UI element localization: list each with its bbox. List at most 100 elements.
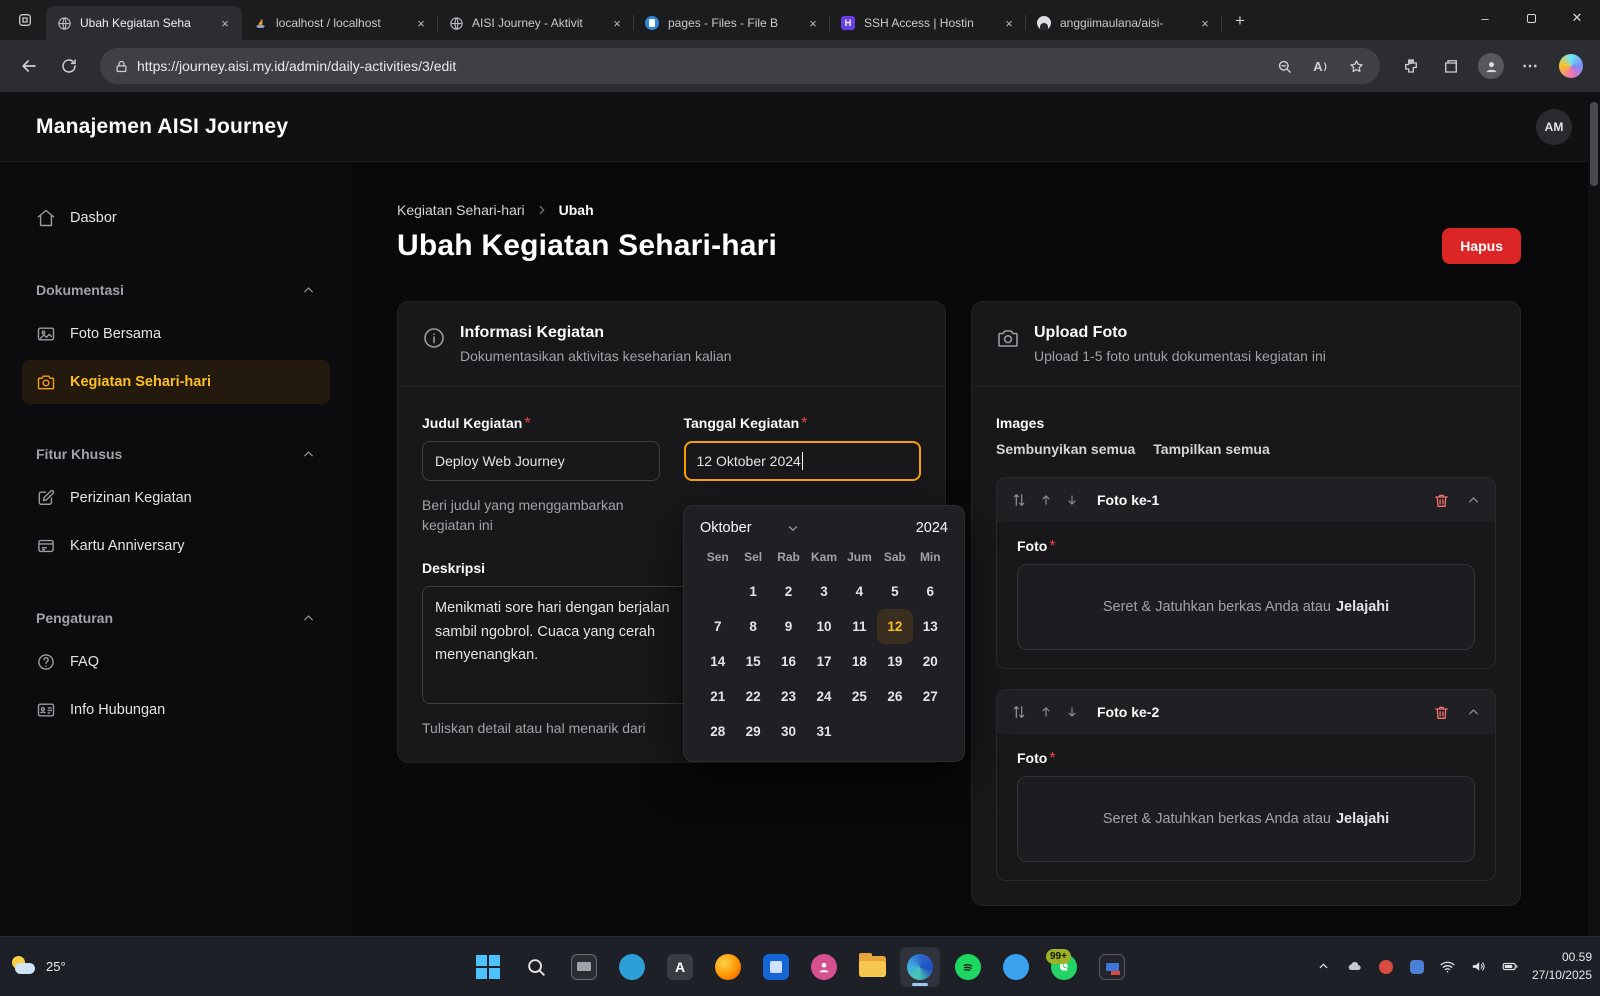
sidebar-item-faq[interactable]: FAQ <box>22 640 330 684</box>
sidebar-item-foto-bersama[interactable]: Foto Bersama <box>22 312 330 356</box>
year-input[interactable]: 2024 <box>916 520 948 536</box>
calendar-day-14[interactable]: 14 <box>700 644 735 679</box>
edge-icon[interactable] <box>900 947 940 987</box>
calendar-day-27[interactable]: 27 <box>913 679 948 714</box>
messenger-app-icon[interactable] <box>996 947 1036 987</box>
reorder-icon[interactable] <box>1011 492 1027 508</box>
move-up-icon[interactable] <box>1039 705 1053 719</box>
calendar-day-17[interactable]: 17 <box>806 644 841 679</box>
address-bar[interactable]: https://journey.aisi.my.id/admin/daily-a… <box>100 48 1380 84</box>
start-button[interactable] <box>468 947 508 987</box>
search-icon[interactable] <box>516 947 556 987</box>
judul-input[interactable]: Deploy Web Journey <box>422 441 660 481</box>
reorder-icon[interactable] <box>1011 704 1027 720</box>
chevron-up-icon[interactable] <box>1315 958 1333 976</box>
sidebar-item-dasbor[interactable]: Dasbor <box>22 196 330 240</box>
calendar-day-19[interactable]: 19 <box>877 644 912 679</box>
calendar-day-6[interactable]: 6 <box>913 574 948 609</box>
close-button[interactable]: ✕ <box>1554 0 1600 36</box>
read-aloud-icon[interactable]: A) <box>1306 52 1334 80</box>
browser-tab[interactable]: H SSH Access | Hostin × <box>830 6 1026 40</box>
wifi-icon[interactable] <box>1439 958 1457 976</box>
taskbar-clock[interactable]: 00.59 27/10/2025 <box>1532 949 1592 984</box>
copilot-icon[interactable] <box>1554 49 1588 83</box>
refresh-icon[interactable] <box>52 49 86 83</box>
volume-icon[interactable] <box>1470 958 1488 976</box>
calendar-day-10[interactable]: 10 <box>806 609 841 644</box>
calendar-day-23[interactable]: 23 <box>771 679 806 714</box>
browser-tab[interactable]: localhost / localhost × <box>242 6 438 40</box>
whatsapp-icon[interactable]: 99+ <box>1044 947 1084 987</box>
calendar-day-30[interactable]: 30 <box>771 714 806 749</box>
calendar-day-9[interactable]: 9 <box>771 609 806 644</box>
file-dropzone[interactable]: Seret & Jatuhkan berkas Anda atau Jelaja… <box>1017 564 1475 650</box>
browser-tab[interactable]: Ubah Kegiatan Seha × <box>46 6 242 40</box>
delete-item-icon[interactable] <box>1433 704 1450 721</box>
zoom-out-icon[interactable] <box>1270 52 1298 80</box>
sidebar-item-kartu-anniversary[interactable]: Kartu Anniversary <box>22 524 330 568</box>
move-up-icon[interactable] <box>1039 493 1053 507</box>
tab-close-icon[interactable]: × <box>1196 14 1214 32</box>
browser-tab[interactable]: anggiimaulana/aisi- × <box>1026 6 1222 40</box>
move-down-icon[interactable] <box>1065 493 1079 507</box>
calendar-day-8[interactable]: 8 <box>735 609 770 644</box>
more-options-icon[interactable]: ⋯ <box>1514 49 1548 83</box>
user-avatar[interactable]: AM <box>1536 109 1572 145</box>
calendar-day-11[interactable]: 11 <box>842 609 877 644</box>
battery-icon[interactable] <box>1501 958 1519 976</box>
calendar-day-25[interactable]: 25 <box>842 679 877 714</box>
month-select[interactable]: Oktober <box>700 520 800 536</box>
page-scrollbar[interactable] <box>1588 92 1600 936</box>
remote-desktop-app-icon[interactable] <box>1092 947 1132 987</box>
calendar-day-24[interactable]: 24 <box>806 679 841 714</box>
calendar-day-18[interactable]: 18 <box>842 644 877 679</box>
browse-link[interactable]: Jelajahi <box>1336 811 1389 827</box>
scrollbar-thumb[interactable] <box>1590 102 1598 186</box>
tab-close-icon[interactable]: × <box>804 14 822 32</box>
calendar-day-21[interactable]: 21 <box>700 679 735 714</box>
firefox-icon[interactable] <box>708 947 748 987</box>
extensions-icon[interactable] <box>1394 49 1428 83</box>
sidebar-item-kegiatan-sehari-hari[interactable]: Kegiatan Sehari-hari <box>22 360 330 404</box>
alert-app-icon[interactable] <box>1377 958 1395 976</box>
sidebar-group-pengaturan[interactable]: Pengaturan <box>36 610 316 626</box>
collapse-item-icon[interactable] <box>1466 705 1481 720</box>
calendar-day-12[interactable]: 12 <box>877 609 912 644</box>
expand-all-button[interactable]: Tampilkan semua <box>1153 441 1269 457</box>
tanggal-input[interactable]: 12 Oktober 2024 <box>684 441 922 481</box>
weather-widget[interactable]: 25° <box>10 955 66 979</box>
calendar-day-22[interactable]: 22 <box>735 679 770 714</box>
spotify-icon[interactable] <box>948 947 988 987</box>
tab-close-icon[interactable]: × <box>608 14 626 32</box>
calendar-day-26[interactable]: 26 <box>877 679 912 714</box>
collections-icon[interactable] <box>1434 49 1468 83</box>
people-app-icon[interactable] <box>804 947 844 987</box>
tab-actions-button[interactable] <box>8 5 42 35</box>
calendar-day-3[interactable]: 3 <box>806 574 841 609</box>
sidebar-group-fitur-khusus[interactable]: Fitur Khusus <box>36 446 316 462</box>
browse-link[interactable]: Jelajahi <box>1336 599 1389 615</box>
delete-item-icon[interactable] <box>1433 492 1450 509</box>
onedrive-icon[interactable] <box>1346 958 1364 976</box>
network-app-icon[interactable] <box>1408 958 1426 976</box>
calendar-day-2[interactable]: 2 <box>771 574 806 609</box>
maximize-button[interactable] <box>1508 0 1554 36</box>
browser-tab[interactable]: pages - Files - File B × <box>634 6 830 40</box>
minimize-button[interactable]: – <box>1462 0 1508 36</box>
tab-close-icon[interactable]: × <box>412 14 430 32</box>
breadcrumb-parent[interactable]: Kegiatan Sehari-hari <box>397 202 525 218</box>
blue-app-icon[interactable] <box>756 947 796 987</box>
telegram-app-icon[interactable] <box>612 947 652 987</box>
calendar-day-31[interactable]: 31 <box>806 714 841 749</box>
calendar-day-28[interactable]: 28 <box>700 714 735 749</box>
sidebar-group-dokumentasi[interactable]: Dokumentasi <box>36 282 316 298</box>
calendar-day-13[interactable]: 13 <box>913 609 948 644</box>
browser-tab[interactable]: AISI Journey - Aktivit × <box>438 6 634 40</box>
calendar-day-15[interactable]: 15 <box>735 644 770 679</box>
sidebar-item-info-hubungan[interactable]: Info Hubungan <box>22 688 330 732</box>
delete-button[interactable]: Hapus <box>1442 228 1521 264</box>
calendar-day-7[interactable]: 7 <box>700 609 735 644</box>
profile-icon[interactable] <box>1474 49 1508 83</box>
new-tab-button[interactable]: + <box>1226 7 1254 35</box>
calendar-day-29[interactable]: 29 <box>735 714 770 749</box>
